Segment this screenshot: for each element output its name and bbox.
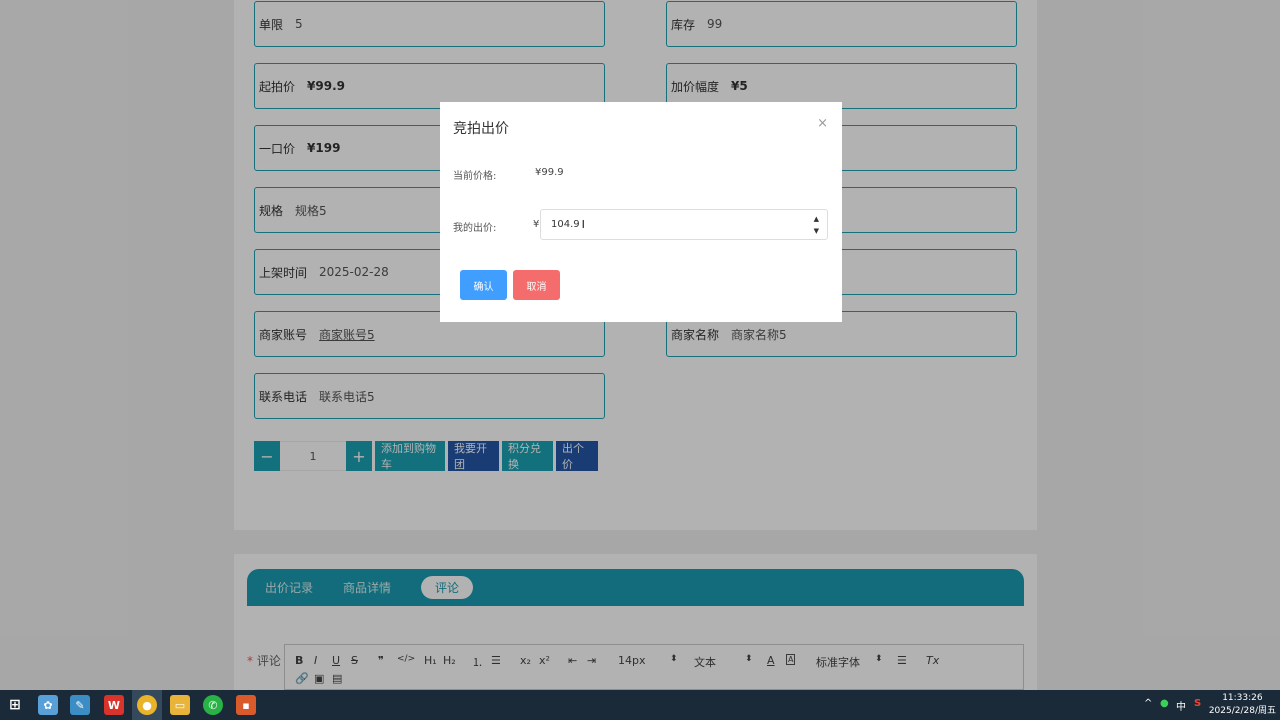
text-cursor-icon: I	[581, 218, 585, 231]
tray-sogou-icon[interactable]: S	[1194, 698, 1201, 709]
number-stepper[interactable]: ▲ ▼	[814, 213, 819, 237]
app-wechat-icon[interactable]: ✆	[203, 695, 223, 715]
app-settings-icon[interactable]: ✿	[38, 695, 58, 715]
tray-wechat-icon[interactable]: ●	[1160, 698, 1169, 709]
tray-chevron-up-icon[interactable]: ^	[1144, 698, 1152, 709]
my-bid-label: 我的出价:	[453, 223, 497, 234]
clock-time: 11:33:26	[1222, 693, 1263, 703]
taskbar-clock[interactable]: 11:33:26 2025/2/28/周五	[1209, 692, 1276, 718]
app-chrome-icon[interactable]: ●	[137, 695, 157, 715]
app-notepad-icon[interactable]: ✎	[70, 695, 90, 715]
confirm-button[interactable]: 确认	[460, 270, 507, 300]
bid-amount-input[interactable]: 104.9 I ▲ ▼	[540, 209, 828, 240]
current-price-label: 当前价格:	[453, 171, 497, 182]
tray-ime-indicator[interactable]: 中	[1176, 698, 1186, 713]
stepper-down-icon[interactable]: ▼	[814, 225, 819, 237]
bid-dialog: 竞拍出价 × 当前价格: ¥99.9 我的出价: ¥ 104.9 I ▲ ▼ 确…	[440, 102, 842, 322]
app-explorer-icon[interactable]: ▭	[170, 695, 190, 715]
stepper-up-icon[interactable]: ▲	[814, 213, 819, 225]
cancel-button[interactable]: 取消	[513, 270, 560, 300]
dialog-title: 竞拍出价	[453, 121, 509, 137]
current-price-value: ¥99.9	[535, 167, 564, 178]
clock-date: 2025/2/28/周五	[1208, 706, 1276, 716]
app-presentation-icon[interactable]: ▪	[236, 695, 256, 715]
currency-symbol: ¥	[533, 219, 540, 230]
windows-start-icon[interactable]: ⊞	[5, 695, 25, 715]
taskbar: ⊞ ✿ ✎ W ● ▭ ✆ ▪ ^ ● 中 S 11:33:26 2025/2/…	[0, 690, 1280, 720]
app-wps-icon[interactable]: W	[104, 695, 124, 715]
close-icon[interactable]: ×	[817, 116, 828, 131]
bid-amount-value: 104.9	[551, 219, 580, 230]
